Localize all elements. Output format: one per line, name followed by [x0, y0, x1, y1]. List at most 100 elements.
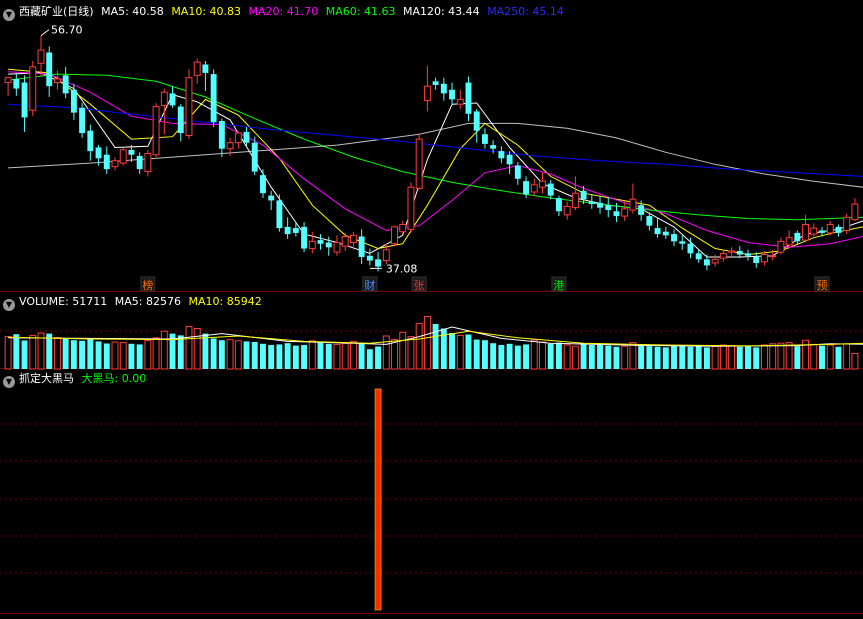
volume-bar	[753, 347, 760, 369]
candle	[547, 179, 554, 200]
volume-bar	[349, 340, 357, 370]
event-marker: 财	[364, 278, 375, 292]
candle-body	[523, 181, 530, 195]
candle-body	[95, 147, 102, 159]
candle	[835, 224, 842, 237]
candle	[87, 124, 94, 161]
candle	[29, 60, 37, 117]
candle	[605, 196, 612, 218]
volume-bar	[202, 333, 209, 369]
volume-bar	[382, 335, 390, 370]
volume-bar	[449, 333, 456, 369]
candle	[284, 217, 291, 239]
indicator-value: 大黑马: 0.00	[81, 372, 147, 385]
volume-bar	[580, 343, 587, 369]
candle	[465, 76, 472, 122]
candle-body	[53, 78, 61, 84]
indicator-panel	[374, 388, 382, 611]
indicator-title: 抓定大黑马	[19, 372, 74, 385]
volume-bar	[679, 345, 686, 369]
candle	[160, 88, 168, 135]
candle	[185, 69, 193, 140]
volume-bar	[794, 346, 801, 369]
candle-body	[308, 240, 316, 250]
candle	[794, 230, 801, 245]
candle-body	[728, 250, 736, 253]
event-marker: 预	[817, 279, 828, 292]
candle-body	[588, 201, 595, 205]
volume-bar	[465, 334, 472, 369]
candle-body	[79, 107, 86, 134]
candle-body	[440, 83, 447, 94]
candle-body	[13, 78, 20, 89]
legend-ma250: MA250: 45.14	[487, 5, 564, 18]
volume-bar	[70, 340, 77, 369]
candle-body	[687, 243, 694, 254]
signal-bar	[374, 388, 382, 611]
candle	[399, 220, 407, 235]
volume-bar	[843, 343, 851, 370]
volume-bar	[29, 334, 37, 370]
volume-bar	[530, 339, 538, 370]
volume-bar	[687, 346, 694, 369]
volume-bar	[646, 346, 653, 369]
candle-body	[382, 249, 390, 262]
volume-bar	[629, 342, 637, 370]
candle-body	[4, 77, 12, 84]
candle	[366, 248, 373, 266]
candle-body	[745, 253, 751, 256]
candle	[563, 201, 571, 220]
candle	[103, 146, 110, 174]
candle-body	[29, 66, 37, 111]
candle	[70, 83, 77, 120]
volume-bar	[662, 347, 669, 369]
candle-body	[621, 208, 629, 217]
volume-bar	[819, 345, 825, 369]
candle	[456, 89, 464, 110]
candle-body	[292, 228, 299, 233]
volume-bar	[571, 345, 579, 370]
candle	[629, 183, 637, 214]
candle-body	[177, 106, 184, 134]
event-marker: 榜	[142, 278, 153, 292]
candle	[571, 176, 579, 211]
candle	[407, 182, 415, 233]
candle-body	[260, 175, 266, 194]
candle	[423, 65, 431, 112]
candle	[136, 152, 143, 174]
candle	[152, 102, 160, 158]
low-price-label: 37.08	[386, 262, 418, 275]
high-pointer	[40, 29, 50, 37]
candle-body	[193, 61, 201, 76]
panel-menu-icon[interactable]: ▼	[3, 9, 15, 21]
volume-bar	[144, 340, 152, 370]
volume-bar	[745, 346, 751, 369]
indicator-menu-icon[interactable]: ▼	[3, 376, 15, 388]
volume-bar	[234, 340, 242, 370]
volume-bar	[103, 343, 110, 369]
candle	[506, 151, 513, 174]
volume-menu-icon[interactable]: ▼	[3, 299, 15, 311]
candle	[687, 237, 694, 259]
candle-body	[506, 154, 513, 165]
volume-bar	[391, 339, 398, 370]
candle-body	[128, 149, 135, 155]
candle-body	[703, 259, 710, 266]
candle-body	[711, 258, 719, 264]
candle-body	[851, 203, 859, 221]
candle-body	[21, 82, 28, 118]
candle-body	[530, 184, 538, 193]
moving-average-lines	[8, 68, 863, 258]
candle-body	[210, 74, 217, 123]
candle-body	[358, 236, 365, 257]
volume-bar	[695, 346, 702, 369]
candle	[53, 70, 61, 90]
volume-bar	[654, 346, 661, 369]
volume-bar	[555, 342, 562, 369]
candle	[432, 77, 439, 90]
ma-line-ma120	[8, 122, 863, 188]
candle-body	[407, 186, 415, 230]
volume-bar	[671, 345, 677, 369]
candle-body	[103, 154, 110, 170]
candle	[826, 220, 834, 236]
